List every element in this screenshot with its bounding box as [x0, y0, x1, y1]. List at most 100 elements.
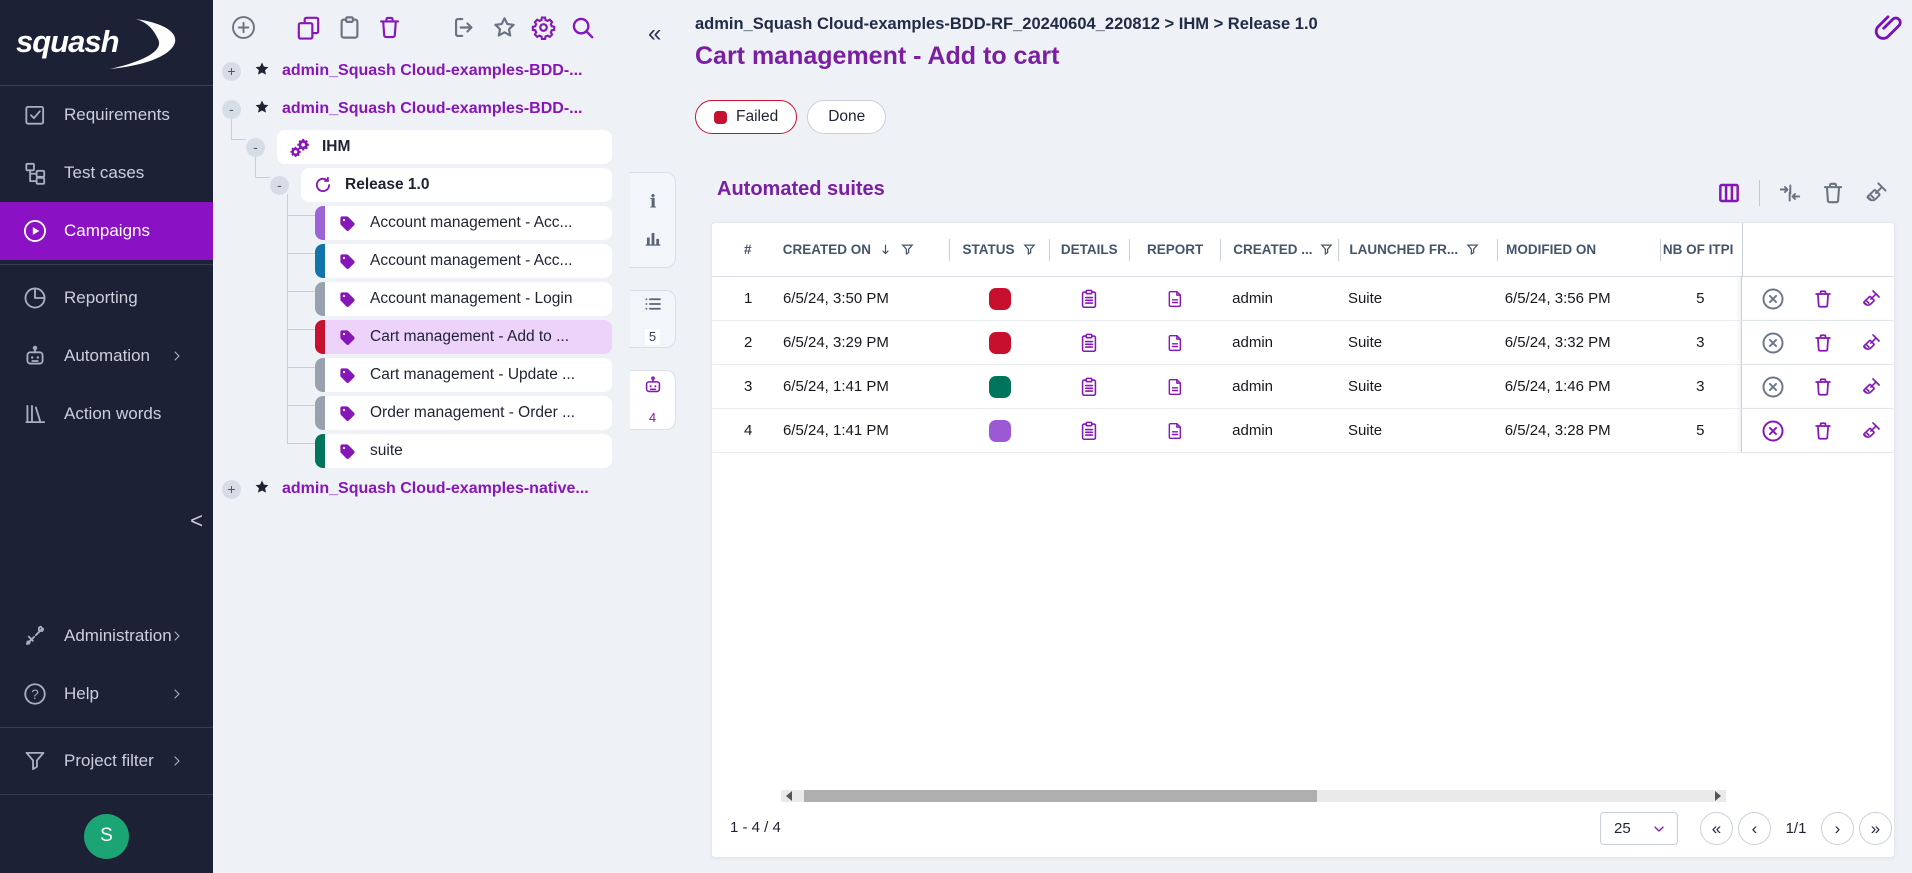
tree-node-test[interactable]: Account management - Login	[213, 280, 622, 318]
cancel-icon[interactable]	[1760, 330, 1786, 356]
filter-icon[interactable]	[1319, 242, 1334, 257]
tree-node-project[interactable]: + admin_Squash Cloud-examples-BDD-...	[213, 52, 622, 90]
clean-icon[interactable]	[1860, 376, 1882, 398]
details-icon[interactable]	[1078, 420, 1100, 442]
breadcrumb[interactable]: admin_Squash Cloud-examples-BDD-RF_20240…	[695, 15, 1318, 34]
paste-icon[interactable]	[336, 14, 363, 41]
tab-test-plan[interactable]: 5	[630, 290, 676, 348]
favorites-icon[interactable]	[491, 14, 518, 41]
copy-icon[interactable]	[295, 14, 322, 41]
suite-report-cell[interactable]	[1129, 365, 1220, 408]
cancel-icon[interactable]	[1760, 418, 1786, 444]
delete-icon[interactable]	[1812, 332, 1834, 354]
consolidate-icon[interactable]	[1777, 180, 1803, 206]
delete-node-icon[interactable]	[376, 14, 403, 41]
tab-automated-suites[interactable]: 4	[630, 370, 676, 430]
failed-status-chip[interactable]: Failed	[695, 100, 797, 134]
tree-node-project[interactable]: - admin_Squash Cloud-examples-BDD-...	[213, 90, 622, 128]
suite-report-cell[interactable]	[1129, 277, 1220, 320]
report-icon[interactable]	[1165, 421, 1185, 441]
tab-information[interactable]: i	[630, 172, 676, 268]
column-header-number[interactable]: #	[712, 239, 772, 261]
tree-node-folder[interactable]: - IHM	[213, 128, 622, 166]
delete-suites-icon[interactable]	[1820, 180, 1846, 206]
expand-icon[interactable]: +	[222, 480, 241, 499]
clean-icon[interactable]	[1860, 288, 1882, 310]
last-page-button[interactable]: »	[1859, 812, 1892, 845]
cancel-icon[interactable]	[1760, 374, 1786, 400]
squash-logo[interactable]: squash	[0, 0, 213, 86]
table-row[interactable]: 4 6/5/24, 1:41 PM admin Suite 6/5/24, 3:…	[712, 409, 1894, 453]
sidebar-collapse-chevron[interactable]: <	[190, 508, 203, 534]
scrollbar-thumb[interactable]	[804, 790, 1317, 802]
next-page-button[interactable]: ›	[1821, 812, 1854, 845]
filter-icon[interactable]	[1465, 242, 1480, 257]
collapse-icon[interactable]: -	[222, 100, 241, 119]
column-header-report[interactable]: REPORT	[1130, 239, 1220, 261]
details-icon[interactable]	[1078, 376, 1100, 398]
sidebar-item-requirements[interactable]: Requirements	[0, 86, 213, 144]
columns-icon[interactable]	[1716, 180, 1742, 206]
collapse-icon[interactable]: -	[270, 176, 289, 195]
sidebar-item-reporting[interactable]: Reporting	[0, 269, 213, 327]
add-node-icon[interactable]	[230, 14, 257, 41]
export-icon[interactable]	[451, 14, 478, 41]
column-header-created-on[interactable]: CREATED ON	[772, 239, 950, 261]
sidebar-item-project-filter[interactable]: Project filter	[0, 732, 213, 790]
attachments-icon[interactable]	[1872, 12, 1904, 44]
report-icon[interactable]	[1165, 289, 1185, 309]
suite-details-cell[interactable]	[1049, 365, 1129, 408]
tree-node-test[interactable]: Cart management - Update ...	[213, 356, 622, 394]
scroll-right-icon[interactable]	[1713, 790, 1723, 802]
suite-details-cell[interactable]	[1049, 321, 1129, 364]
tree-node-test[interactable]: Account management - Acc...	[213, 242, 622, 280]
sidebar-item-administration[interactable]: Administration	[0, 607, 213, 665]
clean-icon[interactable]	[1860, 420, 1882, 442]
first-page-button[interactable]: «	[1700, 812, 1733, 845]
column-header-modified-on[interactable]: MODIFIED ON	[1498, 239, 1660, 261]
expand-icon[interactable]: +	[222, 62, 241, 81]
delete-icon[interactable]	[1812, 376, 1834, 398]
filter-icon[interactable]	[1022, 242, 1037, 257]
tree-node-project[interactable]: + admin_Squash Cloud-examples-native...	[213, 470, 622, 508]
clean-suites-icon[interactable]	[1863, 180, 1889, 206]
column-header-created-by[interactable]: CREATED ...	[1221, 239, 1338, 261]
scroll-left-icon[interactable]	[784, 790, 794, 802]
column-header-details[interactable]: DETAILS	[1050, 239, 1129, 261]
filter-icon[interactable]	[900, 242, 915, 257]
delete-icon[interactable]	[1812, 288, 1834, 310]
suite-details-cell[interactable]	[1049, 409, 1129, 452]
table-row[interactable]: 1 6/5/24, 3:50 PM admin Suite 6/5/24, 3:…	[712, 277, 1894, 321]
details-icon[interactable]	[1078, 332, 1100, 354]
column-header-launched-from[interactable]: LAUNCHED FR...	[1339, 239, 1497, 261]
table-row[interactable]: 2 6/5/24, 3:29 PM admin Suite 6/5/24, 3:…	[712, 321, 1894, 365]
search-icon[interactable]	[569, 14, 596, 41]
page-size-select[interactable]: 25	[1600, 812, 1678, 845]
report-icon[interactable]	[1165, 333, 1185, 353]
previous-page-button[interactable]: ‹	[1738, 812, 1771, 845]
column-header-nb-itpi[interactable]: NB OF ITPI	[1661, 239, 1742, 261]
tree-node-test[interactable]: Order management - Order ...	[213, 394, 622, 432]
sidebar-item-action-words[interactable]: Action words	[0, 385, 213, 443]
sidebar-item-automation[interactable]: Automation	[0, 327, 213, 385]
horizontal-scrollbar[interactable]	[781, 790, 1726, 802]
sidebar-item-help[interactable]: ? Help	[0, 665, 213, 723]
sort-down-icon[interactable]	[878, 242, 893, 257]
sidebar-item-campaigns[interactable]: Campaigns	[0, 202, 213, 260]
collapse-tree-chevron[interactable]: «	[648, 20, 661, 48]
sidebar-item-test-cases[interactable]: Test cases	[0, 144, 213, 202]
details-icon[interactable]	[1078, 288, 1100, 310]
tree-node-test[interactable]: suite	[213, 432, 622, 470]
user-avatar[interactable]: S	[84, 814, 129, 859]
tree-node-iteration[interactable]: - Release 1.0	[213, 166, 622, 204]
settings-icon[interactable]	[530, 14, 557, 41]
tree-node-test[interactable]: Account management - Acc...	[213, 204, 622, 242]
collapse-icon[interactable]: -	[246, 138, 265, 157]
report-icon[interactable]	[1165, 377, 1185, 397]
column-header-status[interactable]: STATUS	[950, 239, 1048, 261]
table-row[interactable]: 3 6/5/24, 1:41 PM admin Suite 6/5/24, 1:…	[712, 365, 1894, 409]
delete-icon[interactable]	[1812, 420, 1834, 442]
done-status-chip[interactable]: Done	[807, 100, 886, 134]
clean-icon[interactable]	[1860, 332, 1882, 354]
cancel-icon[interactable]	[1760, 286, 1786, 312]
